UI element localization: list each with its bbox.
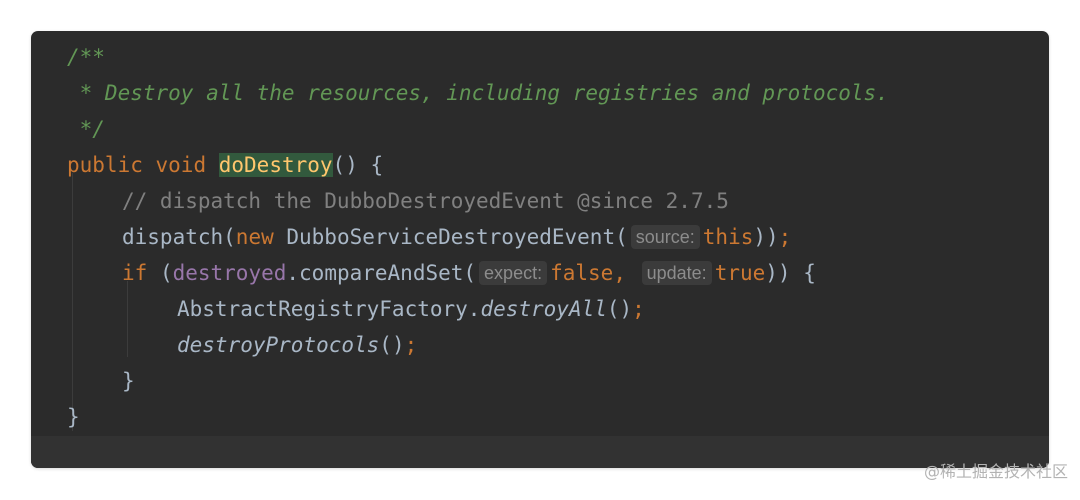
code-line: if (destroyed.compareAndSet(expect: false… (122, 258, 816, 288)
doc-comment-body: * Destroy all the resources, including r… (67, 81, 889, 105)
semicolon: ; (404, 333, 418, 357)
field-destroyed: destroyed (172, 261, 287, 285)
param-hint-expect: expect: (479, 261, 548, 285)
method-signature-tail: () { (332, 153, 384, 177)
param-hint-source: source: (630, 225, 700, 249)
compare-and-set-call: .compareAndSet( (286, 261, 477, 285)
keyword-new: new (235, 225, 274, 249)
if-close: )) { (765, 261, 816, 285)
call-parens: () (606, 297, 633, 321)
code-line: destroyProtocols(); (177, 330, 417, 360)
if-open: ( (147, 261, 173, 285)
code-line: /** (67, 42, 105, 72)
keyword-false: false (550, 261, 614, 285)
indent-guide (127, 281, 128, 357)
keyword-public: public (67, 153, 143, 177)
code-line: dispatch(new DubboServiceDestroyedEvent(… (122, 222, 791, 252)
doc-comment-open: /** (67, 45, 105, 69)
editor-bottom-band (31, 436, 1049, 468)
keyword-if: if (122, 261, 148, 285)
code-line: } (122, 366, 135, 396)
semicolon: ; (778, 225, 792, 249)
code-line: } (67, 402, 80, 432)
dispatch-close: )) (753, 225, 779, 249)
event-constructor: DubboServiceDestroyedEvent( (273, 225, 628, 249)
closing-brace-outer: } (67, 405, 80, 429)
dispatch-call: dispatch( (122, 225, 236, 249)
destroy-all-call: destroyAll (480, 297, 607, 321)
param-hint-update: update: (641, 261, 712, 285)
method-name[interactable]: doDestroy (218, 153, 333, 177)
keyword-true: true (714, 261, 766, 285)
registry-factory-class: AbstractRegistryFactory. (177, 297, 481, 321)
code-line: * Destroy all the resources, including r… (67, 78, 889, 108)
destroy-protocols-call: destroyProtocols (177, 333, 380, 357)
closing-brace-inner: } (122, 369, 135, 393)
comma: , (613, 261, 626, 285)
line-comment: // dispatch the DubboDestroyedEvent @sin… (122, 189, 729, 213)
indent-guide (72, 173, 73, 431)
code-line: */ (67, 114, 105, 144)
keyword-void: void (155, 153, 207, 177)
keyword-this: this (702, 225, 754, 249)
code-line: // dispatch the DubboDestroyedEvent @sin… (122, 186, 729, 216)
code-line: AbstractRegistryFactory.destroyAll(); (177, 294, 645, 324)
code-editor: /** * Destroy all the resources, includi… (31, 31, 1049, 468)
watermark: @稀土掘金技术社区 (923, 462, 1068, 481)
semicolon: ; (632, 297, 645, 321)
doc-comment-close: */ (67, 117, 105, 141)
call-parens: () (379, 333, 405, 357)
code-line: public void doDestroy() { (67, 150, 383, 180)
